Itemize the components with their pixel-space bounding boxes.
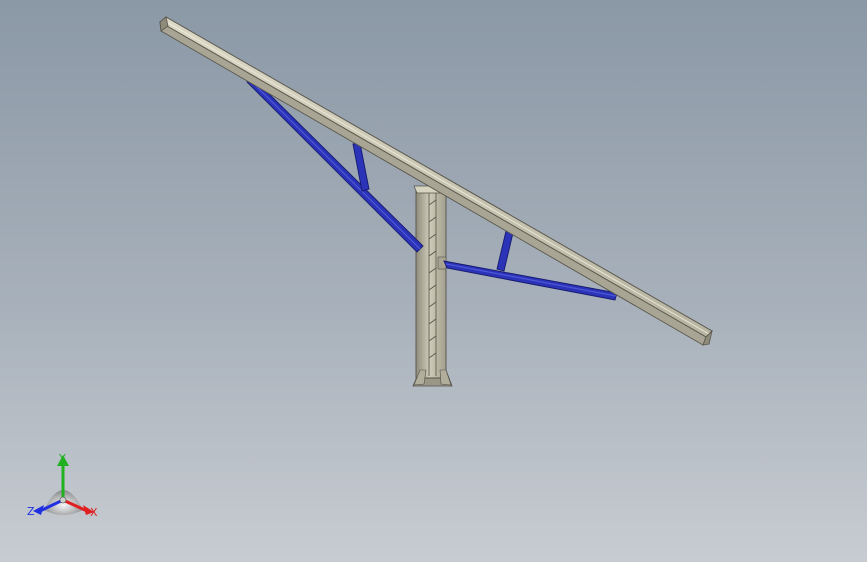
- right-strut[interactable]: [496, 230, 514, 272]
- support-column[interactable]: [412, 185, 453, 387]
- z-axis-label: Z: [27, 505, 35, 518]
- z-axis-arrowhead: [33, 505, 44, 515]
- graphics-viewport[interactable]: Y X Z: [0, 0, 867, 562]
- triad-origin: [59, 496, 67, 504]
- y-axis-label: Y: [58, 452, 66, 465]
- x-axis-label: X: [90, 506, 98, 519]
- orientation-triad[interactable]: Y X Z: [27, 452, 98, 519]
- model-scene[interactable]: Y X Z: [0, 0, 867, 562]
